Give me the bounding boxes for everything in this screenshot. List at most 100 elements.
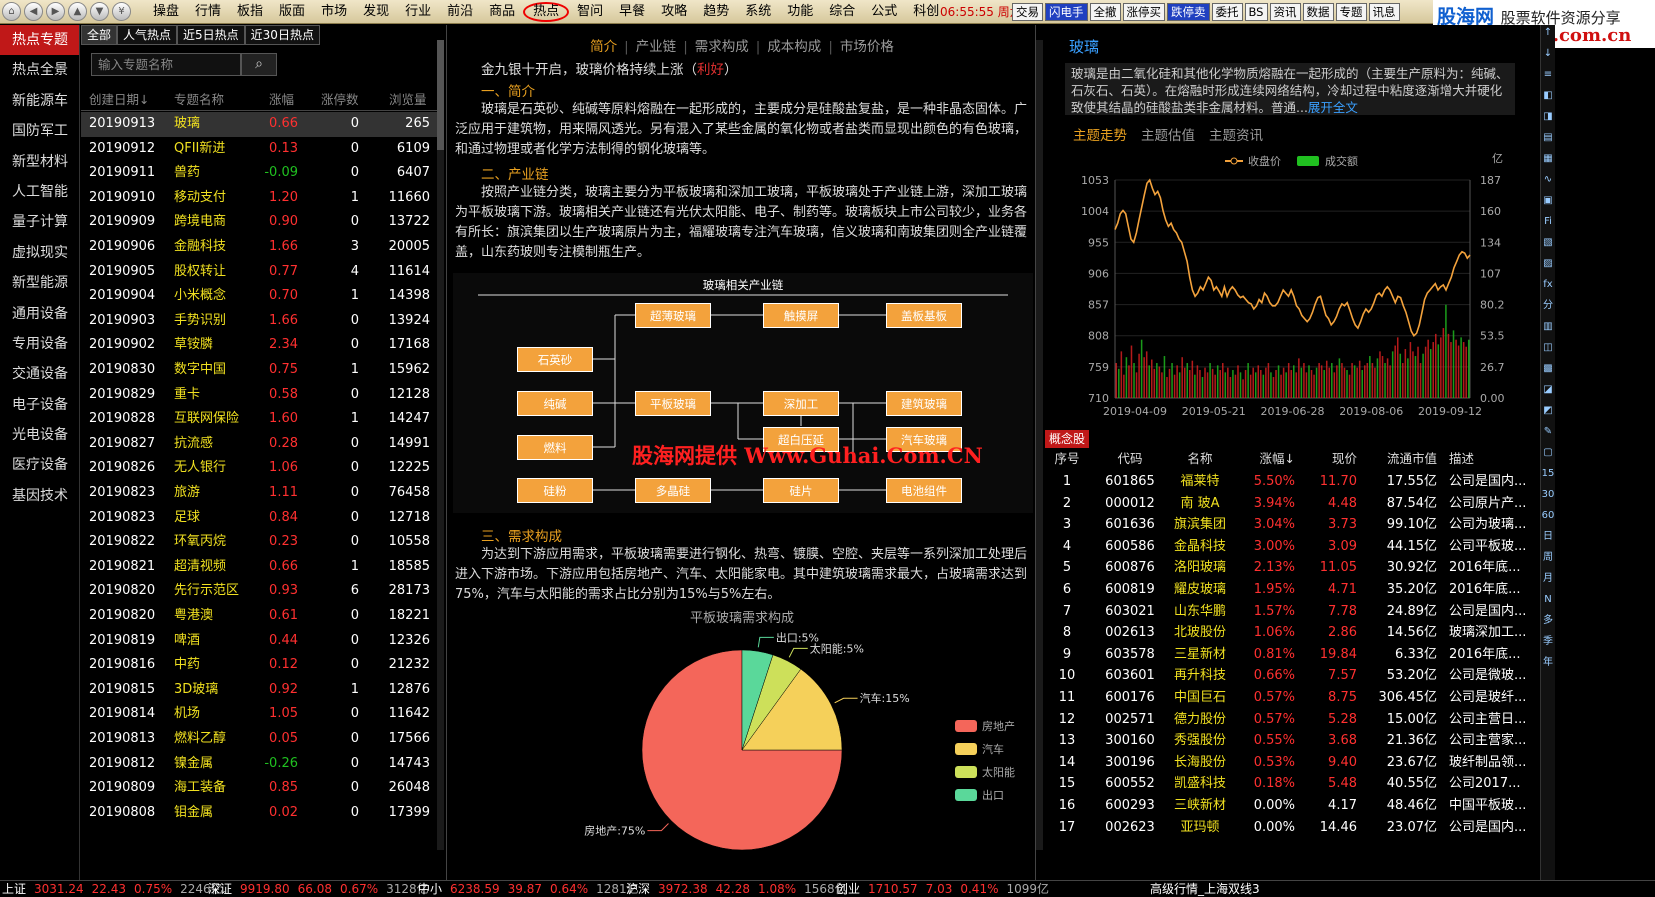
- quick-button[interactable]: 资讯: [1269, 3, 1301, 21]
- menu-item[interactable]: 前沿: [439, 0, 481, 24]
- menu-item[interactable]: 功能: [779, 0, 821, 24]
- menu-item[interactable]: 操盘: [145, 0, 187, 24]
- topic-row[interactable]: 20190813 燃料乙醇 0.05 0 17566: [81, 727, 437, 752]
- quick-button[interactable]: 交易: [1012, 3, 1043, 21]
- home-icon[interactable]: ⌂: [2, 2, 21, 21]
- index-quote[interactable]: 深证 9919.80 66.08 0.67% 3128亿: [208, 881, 437, 897]
- tool-icon[interactable]: 15: [1541, 466, 1555, 482]
- concept-header-cell[interactable]: 代码: [1100, 448, 1160, 470]
- concept-row[interactable]: 1 601865 福莱特 5.50% 11.70 17.55亿 公司是国内...: [1045, 471, 1525, 493]
- category-item[interactable]: 基因技术: [0, 481, 79, 511]
- category-item[interactable]: 热点专题: [0, 25, 79, 56]
- forward-icon[interactable]: ▶: [46, 2, 65, 21]
- concept-header-cell[interactable]: 名称: [1170, 448, 1230, 470]
- tool-icon[interactable]: ◪: [1541, 382, 1555, 398]
- concept-row[interactable]: 17 002623 亚玛顿 0.00% 14.46 23.07亿 公司是国内...: [1045, 817, 1525, 839]
- category-item[interactable]: 新型材料: [0, 147, 79, 177]
- topic-row[interactable]: 20190913 玻璃 0.66 0 265: [81, 112, 437, 137]
- category-item[interactable]: 电子设备: [0, 390, 79, 420]
- topic-row[interactable]: 20190822 环氧丙烷 0.23 0 10558: [81, 530, 437, 555]
- menu-item[interactable]: 智问: [569, 0, 611, 24]
- topic-row[interactable]: 20190909 跨境电商 0.90 0 13722: [81, 210, 437, 235]
- concept-row[interactable]: 11 600176 中国巨石 0.57% 8.75 306.45亿 公司是玻纤...: [1045, 687, 1525, 709]
- concept-row[interactable]: 6 600819 耀皮玻璃 1.95% 4.71 35.20亿 2016年底...: [1045, 579, 1525, 601]
- index-quote[interactable]: 中小 6238.59 39.87 0.64% 1281亿: [418, 881, 647, 897]
- tool-icon[interactable]: 季: [1541, 634, 1555, 650]
- topic-tab[interactable]: 全部: [81, 25, 118, 45]
- quick-button[interactable]: 讯息: [1368, 3, 1400, 21]
- topic-header-cell[interactable]: 专题名称: [174, 89, 224, 111]
- article-tab[interactable]: 简介: [583, 39, 624, 55]
- concept-stock-tab[interactable]: 概念股: [1045, 430, 1090, 448]
- topic-row[interactable]: 20190821 超清视频 0.66 1 18585: [81, 555, 437, 580]
- category-item[interactable]: 量子计算: [0, 207, 79, 237]
- topic-row[interactable]: 20190903 手势识别 1.66 0 13924: [81, 309, 437, 334]
- concept-row[interactable]: 12 002571 德力股份 0.57% 5.28 15.00亿 公司主营日...: [1045, 709, 1525, 731]
- concept-row[interactable]: 8 002613 北玻股份 1.06% 2.86 14.56亿 玻璃深加工...: [1045, 622, 1525, 644]
- topic-row[interactable]: 20190820 先行示范区 0.93 6 28173: [81, 579, 437, 604]
- concept-row[interactable]: 4 600586 金晶科技 3.00% 3.09 44.15亿 公司平板玻...: [1045, 536, 1525, 558]
- category-item[interactable]: 国防军工: [0, 116, 79, 146]
- tool-icon[interactable]: ∿: [1541, 172, 1555, 188]
- topic-row[interactable]: 20190912 QFII新进 0.13 0 6109: [81, 137, 437, 162]
- search-icon[interactable]: ⌕: [241, 53, 277, 76]
- topic-header-cell[interactable]: 涨幅: [269, 89, 294, 111]
- topic-row[interactable]: 20190814 机场 1.05 0 11642: [81, 702, 437, 727]
- back-icon[interactable]: ◀: [24, 2, 43, 21]
- topic-row[interactable]: 20190904 小米概念 0.70 1 14398: [81, 284, 437, 309]
- topic-tab[interactable]: 近30日热点: [244, 25, 320, 45]
- menu-item[interactable]: 行情: [187, 0, 229, 24]
- up-icon[interactable]: ▲: [68, 2, 87, 21]
- menu-item[interactable]: 版面: [271, 0, 313, 24]
- menu-item[interactable]: 系统: [737, 0, 779, 24]
- topic-search-input[interactable]: 输入专题名称: [91, 53, 241, 76]
- concept-row[interactable]: 16 600293 三峡新材 0.00% 4.17 48.46亿 中国平板玻...: [1045, 795, 1525, 817]
- topic-row[interactable]: 20190812 镍金属 -0.26 0 14743: [81, 752, 437, 777]
- topic-row[interactable]: 20190809 海工装备 0.85 0 26048: [81, 776, 437, 801]
- category-item[interactable]: 交通设备: [0, 359, 79, 389]
- menu-item[interactable]: 行业: [397, 0, 439, 24]
- topic-header-cell[interactable]: 浏览量: [389, 89, 427, 111]
- topic-row[interactable]: 20190906 金融科技 1.66 3 20005: [81, 235, 437, 260]
- menu-item[interactable]: 综合: [821, 0, 863, 24]
- concept-row[interactable]: 10 603601 再升科技 0.66% 7.57 53.20亿 公司是微玻...: [1045, 665, 1525, 687]
- article-scrollbar[interactable]: [1036, 40, 1043, 850]
- index-quote[interactable]: 沪深 3972.38 42.28 1.08% 1568亿: [626, 881, 855, 897]
- topic-row[interactable]: 20190830 数字中国 0.75 1 15962: [81, 358, 437, 383]
- concept-row[interactable]: 7 603021 山东华鹏 1.57% 7.78 24.89亿 公司是国内...: [1045, 601, 1525, 623]
- topic-row[interactable]: 20190905 股权转让 0.77 4 11614: [81, 260, 437, 285]
- concept-row[interactable]: 3 601636 旗滨集团 3.04% 3.73 99.10亿 公司为玻璃...: [1045, 514, 1525, 536]
- menu-item[interactable]: 公式: [863, 0, 905, 24]
- quick-button[interactable]: 数据: [1302, 3, 1334, 21]
- topic-row[interactable]: 20190911 兽药 -0.09 0 6407: [81, 161, 437, 186]
- menu-item[interactable]: 商品: [481, 0, 523, 24]
- quick-button[interactable]: 全撤: [1089, 3, 1121, 21]
- theme-tab[interactable]: 主题走势: [1073, 128, 1127, 144]
- concept-row[interactable]: 14 300196 长海股份 0.53% 9.40 23.67亿 玻纤制品领...: [1045, 752, 1525, 774]
- topic-row[interactable]: 20190826 无人银行 1.06 0 12225: [81, 456, 437, 481]
- expand-full-text-link[interactable]: 展开全文: [1308, 100, 1358, 115]
- quick-button[interactable]: 委托: [1211, 3, 1243, 21]
- tool-icon[interactable]: 周: [1541, 550, 1555, 566]
- article-tab[interactable]: 成本构成: [760, 39, 828, 55]
- topic-row[interactable]: 20190902 草铵膦 2.34 0 17168: [81, 333, 437, 358]
- menu-item[interactable]: 市场: [313, 0, 355, 24]
- tool-icon[interactable]: ◧: [1541, 88, 1555, 104]
- quick-button[interactable]: 闪电手: [1045, 3, 1088, 21]
- topic-row[interactable]: 20190816 中药 0.12 0 21232: [81, 653, 437, 678]
- quick-button[interactable]: 跌停卖: [1167, 3, 1210, 21]
- tool-icon[interactable]: 多: [1541, 613, 1555, 629]
- quick-button[interactable]: BS: [1244, 3, 1268, 21]
- article-tab[interactable]: 产业链: [629, 39, 684, 55]
- tool-icon[interactable]: 年: [1541, 655, 1555, 671]
- tool-icon[interactable]: ▨: [1541, 256, 1555, 272]
- tool-icon[interactable]: ◨: [1541, 109, 1555, 125]
- topic-row[interactable]: 20190910 移动支付 1.20 1 11660: [81, 186, 437, 211]
- topic-row[interactable]: 20190829 重卡 0.58 0 12128: [81, 383, 437, 408]
- tool-icon[interactable]: ▤: [1541, 130, 1555, 146]
- article-tab[interactable]: 市场价格: [833, 39, 901, 55]
- menu-item[interactable]: 发现: [355, 0, 397, 24]
- topic-scrollbar[interactable]: [437, 40, 444, 850]
- concept-row[interactable]: 5 600876 洛阳玻璃 2.13% 11.05 30.92亿 2016年底...: [1045, 557, 1525, 579]
- concept-header-cell[interactable]: 涨幅↓: [1260, 448, 1295, 470]
